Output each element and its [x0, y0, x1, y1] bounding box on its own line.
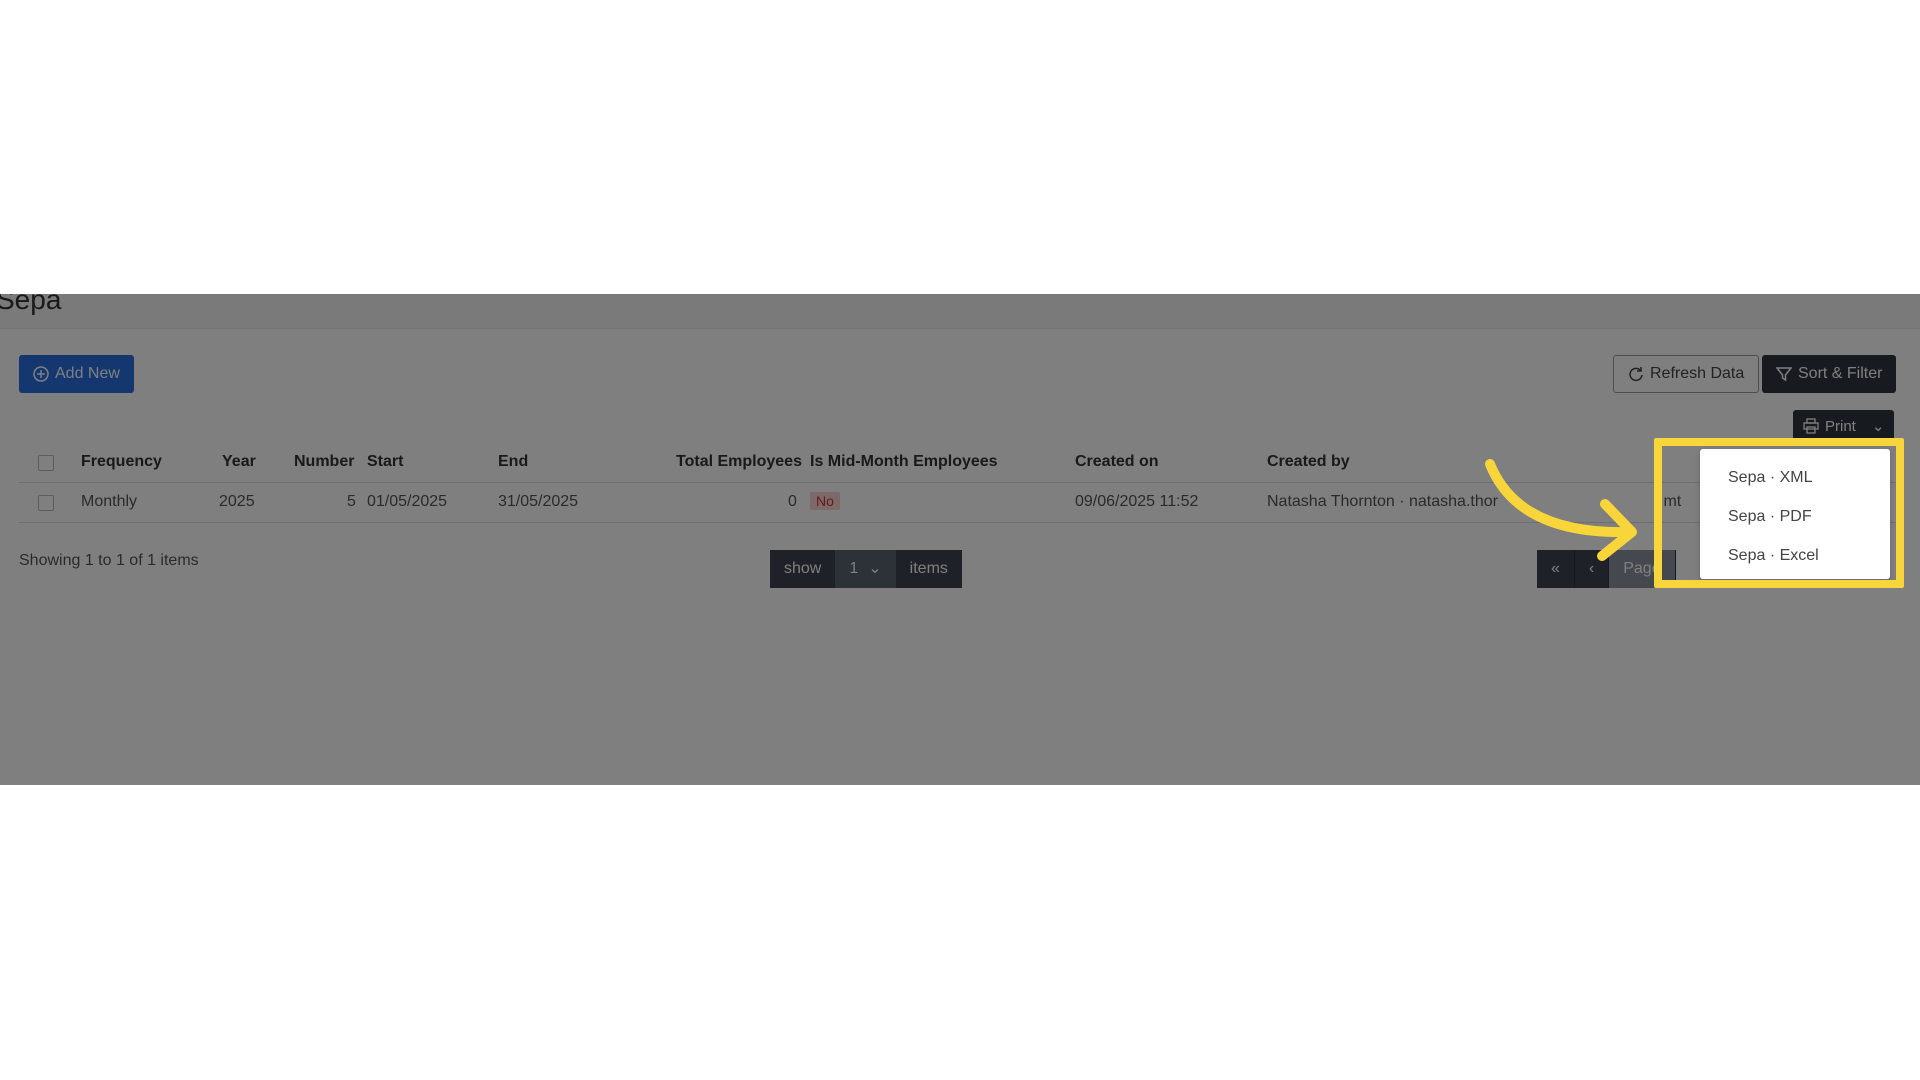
page-size-control: show 1 ⌄ items: [770, 550, 962, 588]
refresh-data-button[interactable]: Refresh Data: [1613, 355, 1760, 393]
column-header-year[interactable]: Year: [222, 442, 256, 482]
printer-icon: [1803, 418, 1819, 434]
pointer-arrow-icon: [1485, 459, 1637, 561]
chevron-down-icon[interactable]: ⌄: [1872, 417, 1885, 435]
cell-number: 5: [347, 493, 356, 510]
chevron-down-icon: ⌄: [868, 560, 882, 577]
show-label: show: [770, 550, 836, 588]
page-size-value: 1: [849, 560, 859, 577]
showing-count: Showing 1 to 1 of 1 items: [19, 552, 199, 569]
row-checkbox[interactable]: [38, 495, 54, 511]
page-title: Sepa: [0, 294, 62, 315]
cell-created-on: 09/06/2025 11:52: [1075, 493, 1199, 510]
print-label: Print: [1825, 417, 1856, 435]
highlight-box: [1654, 438, 1904, 588]
sepa-page: Sepa Add New Refresh Data Sort & Filter …: [0, 294, 1920, 785]
cell-frequency: Monthly: [81, 493, 138, 510]
cell-end: 31/05/2025: [498, 493, 579, 510]
column-header-created-on[interactable]: Created on: [1075, 442, 1159, 482]
title-bar: Sepa: [0, 294, 1920, 329]
cell-start: 01/05/2025: [367, 493, 448, 510]
sort-filter-label: Sort & Filter: [1798, 365, 1883, 382]
plus-circle-icon: [33, 366, 49, 382]
cell-year: 2025: [219, 493, 255, 510]
cell-mid-month: No: [810, 482, 840, 522]
column-header-created-by[interactable]: Created by: [1267, 442, 1350, 482]
column-header-start[interactable]: Start: [367, 442, 403, 482]
select-all-checkbox[interactable]: [38, 455, 54, 471]
add-new-button[interactable]: Add New: [19, 355, 134, 393]
cell-total-employees: 0: [788, 493, 797, 510]
add-new-label: Add New: [55, 365, 120, 382]
page-size-select[interactable]: 1 ⌄: [835, 550, 896, 588]
column-header-total-employees[interactable]: Total Employees: [676, 442, 802, 482]
sort-filter-button[interactable]: Sort & Filter: [1762, 355, 1897, 393]
refresh-data-label: Refresh Data: [1650, 365, 1745, 382]
column-header-frequency[interactable]: Frequency: [81, 442, 162, 482]
refresh-icon: [1629, 367, 1643, 382]
status-badge: No: [810, 492, 840, 510]
cell-created-by: Natasha Thornton · natasha.thor: [1267, 493, 1498, 510]
column-header-mid-month[interactable]: Is Mid-Month Employees: [810, 442, 998, 482]
filter-icon: [1776, 367, 1792, 382]
column-header-end[interactable]: End: [498, 442, 528, 482]
items-label: items: [895, 550, 962, 588]
column-header-number[interactable]: Number: [294, 442, 354, 482]
